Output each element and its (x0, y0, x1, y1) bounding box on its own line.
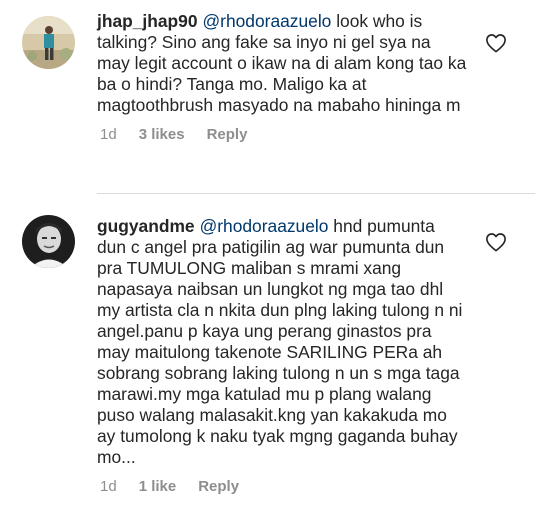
comment-meta: 1d 3 likes Reply (100, 126, 467, 143)
comment-timestamp: 1d (100, 478, 117, 495)
comment-reply-button[interactable]: Reply (207, 126, 248, 143)
comment-likes-link[interactable]: 1 like (139, 478, 177, 495)
like-button[interactable] (485, 232, 507, 252)
comment-message: hnd pumunta dun c angel pra patigilin ag… (97, 216, 463, 467)
heart-outline-icon (486, 233, 506, 252)
comment-body: jhap_jhap90 @rhodoraazuelo look who is ta… (97, 11, 467, 143)
comment-avatar[interactable] (22, 215, 75, 268)
comment-body: gugyandme @rhodoraazuelo hnd pumunta dun … (97, 216, 467, 495)
comment-username[interactable]: jhap_jhap90 (97, 11, 198, 31)
comment-avatar[interactable] (22, 16, 75, 69)
comment-mention[interactable]: @rhodoraazuelo (203, 11, 332, 31)
comment-reply-button[interactable]: Reply (198, 478, 239, 495)
comment-text: jhap_jhap90 @rhodoraazuelo look who is ta… (97, 11, 467, 116)
heart-outline-icon (486, 34, 506, 53)
like-button[interactable] (485, 33, 507, 53)
comment-timestamp: 1d (100, 126, 117, 143)
avatar-outdoor-photo-icon (22, 16, 75, 69)
comment-text: gugyandme @rhodoraazuelo hnd pumunta dun … (97, 216, 467, 468)
comment-likes-link[interactable]: 3 likes (139, 126, 185, 143)
comment-divider (97, 193, 535, 194)
avatar-portrait-photo-icon (22, 215, 75, 268)
comment-meta: 1d 1 like Reply (100, 478, 467, 495)
comment-username[interactable]: gugyandme (97, 216, 195, 236)
comment-mention[interactable]: @rhodoraazuelo (200, 216, 329, 236)
